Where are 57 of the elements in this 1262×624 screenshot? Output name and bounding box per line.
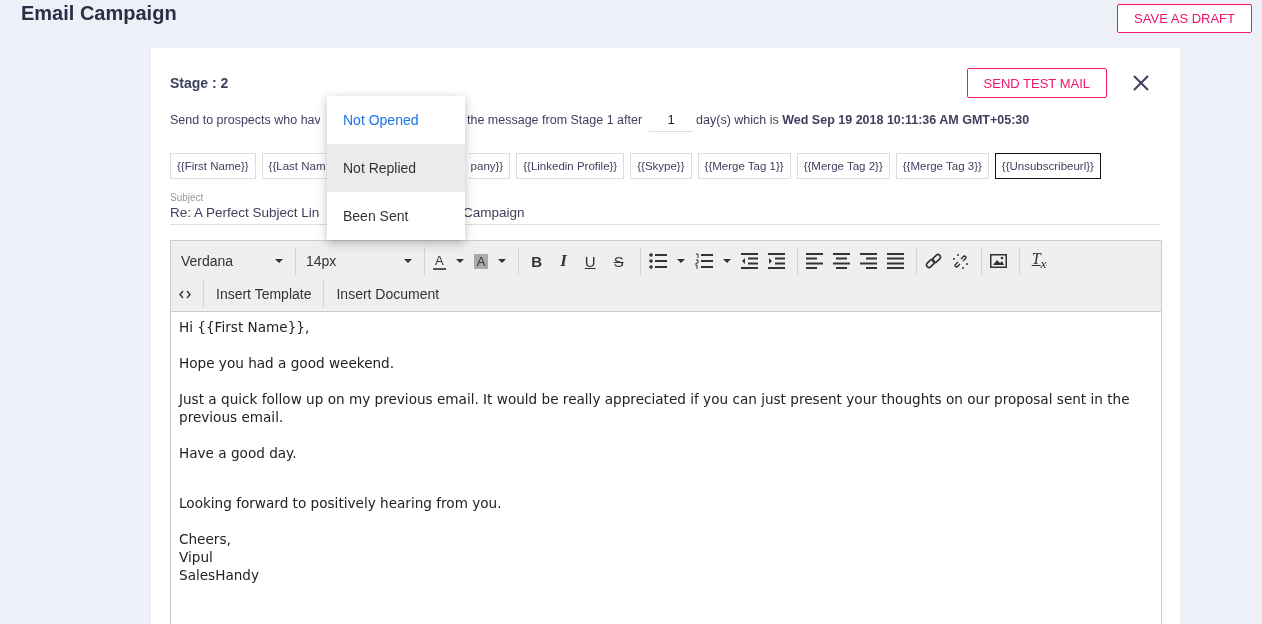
body-paragraph: Hi {{First Name}}, [179,318,311,336]
format-button[interactable]: S [609,252,628,270]
merge-tag[interactable]: {{First Name}} [170,153,256,179]
body-paragraph: Looking forward to positively hearing from you. [179,494,503,512]
image-icon[interactable] [989,254,1007,268]
merge-tag[interactable]: {{Merge Tag 1}} [697,153,791,179]
merge-tag[interactable]: {{Merge Tag 3}} [895,153,989,179]
dropdown-option[interactable]: Not Opened [327,96,465,144]
merge-tag[interactable]: pany}} [468,153,511,179]
format-button[interactable]: U [580,252,600,270]
merge-tag[interactable]: {{Skype}} [630,153,692,179]
merge-tag[interactable]: {{Unsubscribeurl}} [994,153,1101,179]
condition-text: Send to prospects who hav [170,113,320,127]
merge-tag[interactable]: {{Merge Tag 2}} [796,153,890,179]
caret-icon[interactable] [722,259,731,263]
link-icon[interactable] [924,252,942,270]
body-paragraph: Just a quick follow up on my previous email. It would be really appreciated if you can just present your thoughts on our proposal sent in the previous email. [179,390,1131,426]
bullet-list-icon[interactable] [648,253,667,269]
subject-text: Re: A Perfect Subject Lin [170,205,320,220]
merge-tag[interactable]: {{Linkedin Profile}} [516,153,625,179]
caret-icon[interactable] [498,259,507,263]
dropdown-option[interactable]: Not Replied [327,144,465,192]
insert-document-button[interactable]: Insert Document [332,286,440,302]
subject-label: Subject [170,192,205,203]
close-icon[interactable] [1133,75,1149,91]
align-center-icon[interactable] [832,253,850,269]
font-select[interactable]: Verdana [179,253,265,269]
caret-icon[interactable] [404,259,412,263]
source-code-icon[interactable] [179,289,191,299]
text-color-button[interactable]: A [433,252,446,270]
caret-icon[interactable] [275,259,283,263]
condition-text: the message from Stage 1 after [467,113,643,127]
format-button[interactable]: I [556,251,571,271]
outdent-icon[interactable] [740,253,758,269]
numbered-list-icon[interactable] [694,253,713,269]
date-text: day(s) which is Wed Sep 19 2018 10:11:36 AM GMT+05:30 [696,113,1030,127]
align-left-icon[interactable] [805,253,823,269]
insert-template-button[interactable]: Insert Template [212,286,312,302]
send-test-mail-button[interactable]: SEND TEST MAIL [966,68,1107,98]
caret-icon[interactable] [676,259,685,263]
format-button[interactable]: B [527,252,547,270]
body-paragraph: Cheers, Vipul SalesHandy [179,530,261,584]
stage-title: Stage : 2 [170,75,229,91]
save-draft-button[interactable]: SAVE AS DRAFT [1117,4,1252,33]
clear-format-button[interactable]: T$_{x}$ [1027,249,1051,273]
font-size-select[interactable]: 14px [304,253,394,269]
background-color-button[interactable]: A [473,253,489,269]
caret-icon[interactable] [455,259,464,263]
unlink-icon[interactable] [951,252,969,270]
justify-icon[interactable] [886,253,904,269]
dropdown-option[interactable]: Been Sent [327,192,465,240]
align-right-icon[interactable] [859,253,877,269]
subject-text: Campaign [463,205,526,220]
indent-icon[interactable] [767,253,785,269]
body-paragraph: Hope you had a good weekend. [179,354,396,372]
body-paragraph: Have a good day. [179,444,298,462]
page-title: Email Campaign [21,2,177,25]
